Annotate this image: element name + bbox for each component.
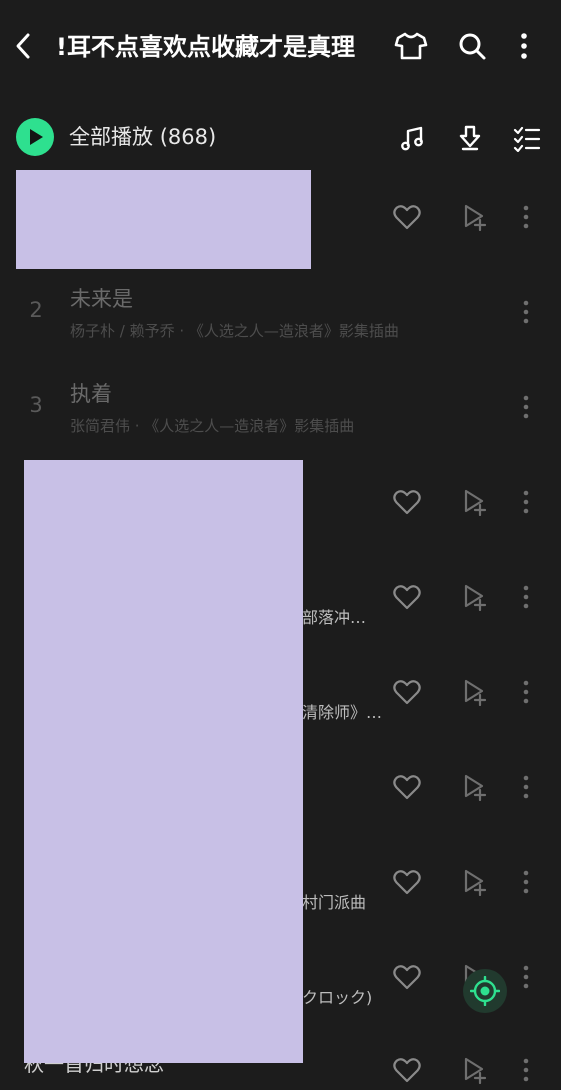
redacted-block [16, 170, 311, 269]
song-more-button[interactable] [506, 1050, 546, 1090]
heart-icon [393, 680, 421, 705]
song-more-button[interactable] [506, 672, 546, 712]
back-button[interactable] [8, 26, 38, 66]
heart-icon [393, 870, 421, 895]
like-button[interactable] [387, 767, 427, 807]
multi-select-icon [513, 126, 541, 152]
play-add-icon [464, 869, 487, 896]
playlist-title: !耳不点喜欢点收藏才是真理 [56, 33, 355, 61]
more-button[interactable] [504, 26, 544, 66]
song-row[interactable]: 2 未来是 杨子朴 / 赖予乔 · 《人选之人—造浪者》影集插曲 [0, 268, 561, 363]
like-button[interactable] [387, 577, 427, 617]
more-vertical-icon [523, 585, 529, 609]
song-more-button[interactable] [506, 387, 546, 427]
more-vertical-icon [521, 33, 527, 59]
song-subtitle-tail: クロック) [302, 988, 373, 1007]
like-button[interactable] [387, 197, 427, 237]
song-index: 3 [29, 393, 43, 417]
song-row[interactable] [0, 170, 561, 269]
search-button[interactable] [452, 26, 492, 66]
add-to-playlist-button[interactable] [454, 862, 494, 902]
song-more-button[interactable] [506, 292, 546, 332]
heart-icon [393, 205, 421, 230]
app-header: !耳不点喜欢点收藏才是真理 [0, 0, 561, 92]
add-to-playlist-button[interactable] [454, 767, 494, 807]
add-to-playlist-button[interactable] [454, 672, 494, 712]
download-all-button[interactable] [450, 118, 490, 158]
song-title: 未来是 [70, 287, 133, 311]
song-more-button[interactable] [506, 862, 546, 902]
song-count: (868) [159, 125, 217, 149]
song-index: 2 [29, 298, 43, 322]
song-row[interactable]: 3 执着 张简君伟 · 《人选之人—造浪者》影集插曲 [0, 363, 561, 458]
locate-target-icon [470, 976, 500, 1006]
back-arrow-icon [16, 33, 30, 59]
music-note-icon [401, 126, 423, 151]
song-subtitle-tail: 部落冲… [302, 608, 367, 627]
play-all-button[interactable] [16, 118, 54, 156]
heart-icon [393, 775, 421, 800]
like-button[interactable] [387, 957, 427, 997]
heart-icon [393, 585, 421, 610]
more-vertical-icon [523, 870, 529, 894]
more-vertical-icon [523, 300, 529, 324]
heart-icon [393, 490, 421, 515]
redacted-block [24, 460, 303, 1063]
more-vertical-icon [523, 1058, 529, 1082]
song-more-button[interactable] [506, 957, 546, 997]
sound-effect-button[interactable] [393, 118, 433, 158]
like-button[interactable] [387, 672, 427, 712]
add-to-playlist-button[interactable] [454, 577, 494, 617]
tshirt-icon [394, 32, 428, 60]
add-to-playlist-button[interactable] [454, 1050, 494, 1090]
play-icon [30, 129, 43, 145]
song-subtitle: 杨子朴 / 赖予乔 · 《人选之人—造浪者》影集插曲 [70, 322, 399, 340]
heart-icon [393, 1058, 421, 1083]
more-vertical-icon [523, 205, 529, 229]
song-more-button[interactable] [506, 197, 546, 237]
add-to-playlist-button[interactable] [454, 197, 494, 237]
play-add-icon [464, 584, 487, 611]
play-add-icon [464, 774, 487, 801]
more-vertical-icon [523, 680, 529, 704]
more-vertical-icon [523, 490, 529, 514]
add-to-playlist-button[interactable] [454, 482, 494, 522]
theme-button[interactable] [391, 26, 431, 66]
play-add-icon [464, 204, 487, 231]
more-vertical-icon [523, 965, 529, 989]
song-more-button[interactable] [506, 767, 546, 807]
play-add-icon [464, 1057, 487, 1084]
play-add-icon [464, 679, 487, 706]
more-vertical-icon [523, 775, 529, 799]
download-icon [459, 125, 481, 151]
heart-icon [393, 965, 421, 990]
song-subtitle: 张简君伟 · 《人选之人—造浪者》影集插曲 [70, 417, 355, 435]
like-button[interactable] [387, 482, 427, 522]
like-button[interactable] [387, 1050, 427, 1090]
song-subtitle-tail: 清除师》… [302, 703, 383, 722]
play-all-label[interactable]: 全部播放 (868) [69, 121, 216, 153]
more-vertical-icon [523, 395, 529, 419]
song-more-button[interactable] [506, 577, 546, 617]
song-more-button[interactable] [506, 482, 546, 522]
play-all-text: 全部播放 [69, 125, 153, 149]
like-button[interactable] [387, 862, 427, 902]
song-title: 执着 [70, 382, 112, 406]
song-subtitle-tail: 村门派曲 [302, 893, 367, 912]
search-icon [459, 33, 486, 60]
play-add-icon [464, 489, 487, 516]
multi-select-button[interactable] [507, 118, 547, 158]
locate-current-song-button[interactable] [463, 969, 507, 1013]
